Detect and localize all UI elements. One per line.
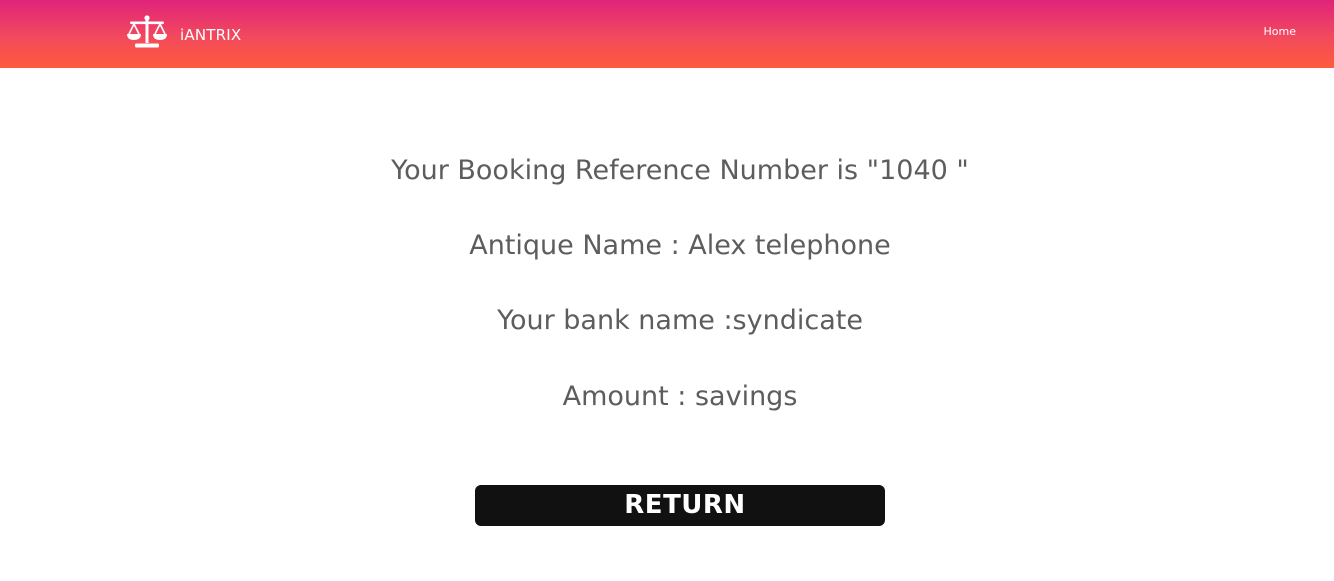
bank-name-text: Your bank name :syndicate <box>497 305 863 336</box>
return-button[interactable]: RETURN <box>475 485 885 526</box>
booking-confirmation: Your Booking Reference Number is "1040 "… <box>0 68 1334 581</box>
top-navbar: iANTRIX Home <box>0 0 1334 68</box>
brand-name: iANTRIX <box>180 26 242 44</box>
booking-reference-text: Your Booking Reference Number is "1040 " <box>391 155 969 186</box>
scales-icon <box>127 15 167 48</box>
nav-home-link[interactable]: Home <box>1264 25 1296 38</box>
amount-text: Amount : savings <box>562 381 798 412</box>
brand[interactable]: iANTRIX <box>126 14 241 50</box>
antique-name-text: Antique Name : Alex telephone <box>469 230 891 261</box>
